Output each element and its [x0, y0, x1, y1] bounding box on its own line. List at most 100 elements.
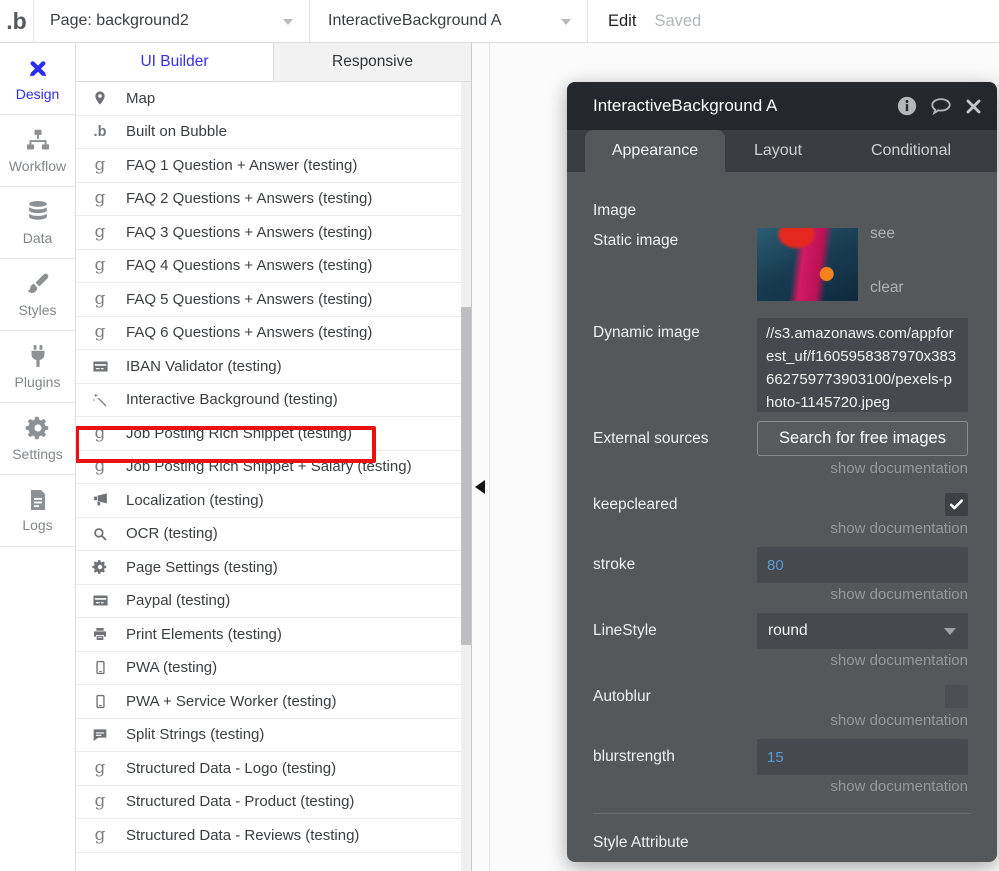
tab-conditional[interactable]: Conditional	[831, 130, 991, 172]
autoblur-checkbox[interactable]	[945, 685, 968, 708]
list-item-label: FAQ 6 Questions + Answers (testing)	[126, 324, 372, 341]
list-item-label: FAQ 2 Questions + Answers (testing)	[126, 190, 372, 207]
google-g-icon: g	[88, 425, 112, 442]
list-item[interactable]: Split Strings (testing)	[76, 719, 471, 753]
list-item[interactable]: Paypal (testing)	[76, 585, 471, 619]
stroke-input[interactable]	[757, 547, 968, 583]
plug-icon	[25, 343, 51, 369]
elements-panel: UI Builder Responsive Map .b Built on Bu…	[76, 43, 472, 871]
list-scrollbar-thumb[interactable]	[461, 307, 471, 645]
list-item-label: OCR (testing)	[126, 525, 218, 542]
list-item[interactable]: g Job Posting Rich Snippet + Salary (tes…	[76, 451, 471, 485]
bubble-logo[interactable]: .b	[0, 0, 34, 42]
list-item[interactable]: g FAQ 2 Questions + Answers (testing)	[76, 183, 471, 217]
sidebar-item-label: Logs	[22, 517, 52, 533]
show-documentation-link[interactable]: show documentation	[830, 652, 968, 669]
list-item[interactable]: g Job Posting Rich Snippet (testing)	[76, 417, 471, 451]
autoblur-label: Autoblur	[593, 688, 651, 706]
list-item[interactable]: OCR (testing)	[76, 518, 471, 552]
show-documentation-link[interactable]: show documentation	[830, 460, 968, 477]
list-item-label: Localization (testing)	[126, 492, 264, 509]
list-item[interactable]: PWA (testing)	[76, 652, 471, 686]
sidebar: Design Workflow Data Styles Plugins Sett…	[0, 43, 76, 871]
list-item-label: Interactive Background (testing)	[126, 391, 338, 408]
list-item[interactable]: g Structured Data - Reviews (testing)	[76, 819, 471, 853]
tab-ui-builder[interactable]: UI Builder	[76, 43, 274, 82]
google-g-icon: g	[88, 793, 112, 810]
linestyle-select[interactable]: round	[757, 613, 968, 649]
canvas-edge-line	[489, 43, 490, 871]
property-editor-tabs: Appearance Layout Conditional	[567, 130, 997, 172]
sidebar-item-styles[interactable]: Styles	[0, 259, 75, 331]
list-item-label: PWA + Service Worker (testing)	[126, 693, 336, 710]
tab-layout[interactable]: Layout	[725, 130, 831, 172]
sidebar-item-plugins[interactable]: Plugins	[0, 331, 75, 403]
show-documentation-link[interactable]: show documentation	[830, 712, 968, 729]
info-icon[interactable]	[896, 95, 918, 117]
list-item[interactable]: g FAQ 3 Questions + Answers (testing)	[76, 216, 471, 250]
show-documentation-link[interactable]: show documentation	[830, 778, 968, 795]
list-item[interactable]: g Structured Data - Logo (testing)	[76, 752, 471, 786]
sidebar-item-workflow[interactable]: Workflow	[0, 115, 75, 187]
bubble-editor: .b Page: background2 InteractiveBackgrou…	[0, 0, 999, 871]
list-item-label: FAQ 4 Questions + Answers (testing)	[126, 257, 372, 274]
list-item[interactable]: g FAQ 5 Questions + Answers (testing)	[76, 283, 471, 317]
document-icon	[26, 488, 50, 512]
list-item[interactable]: g FAQ 6 Questions + Answers (testing)	[76, 317, 471, 351]
property-editor: InteractiveBackground A Appearance Layou…	[567, 82, 997, 862]
gear-icon	[25, 415, 51, 441]
edit-menu[interactable]: Edit	[608, 0, 636, 42]
static-image-thumbnail[interactable]	[757, 228, 858, 301]
collapse-panel-arrow-icon[interactable]	[475, 480, 485, 494]
sidebar-item-logs[interactable]: Logs	[0, 475, 75, 547]
search-free-images-button[interactable]: Search for free images	[757, 421, 968, 456]
printer-icon	[88, 626, 112, 642]
list-item[interactable]: g Structured Data - Product (testing)	[76, 786, 471, 820]
sidebar-item-design[interactable]: Design	[0, 43, 75, 115]
list-item[interactable]: g FAQ 1 Question + Answer (testing)	[76, 149, 471, 183]
list-item[interactable]: .b Built on Bubble	[76, 116, 471, 150]
list-item[interactable]: Map	[76, 82, 471, 116]
blurstrength-input[interactable]	[757, 739, 968, 775]
tab-responsive[interactable]: Responsive	[274, 43, 471, 82]
speech-bubble-icon	[88, 727, 112, 743]
list-item-label: Structured Data - Logo (testing)	[126, 760, 336, 777]
show-documentation-link[interactable]: show documentation	[830, 520, 968, 537]
google-g-icon: g	[88, 324, 112, 341]
phone-icon	[88, 694, 112, 709]
list-item-label: Print Elements (testing)	[126, 626, 282, 643]
see-link[interactable]: see	[870, 225, 895, 243]
dynamic-image-input[interactable]: //s3.amazonaws.com/appforest_uf/f1605958…	[757, 318, 968, 412]
keepcleared-checkbox[interactable]	[945, 493, 968, 516]
list-item[interactable]: IBAN Validator (testing)	[76, 350, 471, 384]
list-item[interactable]: Page Settings (testing)	[76, 551, 471, 585]
list-item[interactable]: Print Elements (testing)	[76, 618, 471, 652]
element-selector-dropdown[interactable]: InteractiveBackground A	[310, 0, 588, 42]
comment-icon[interactable]	[929, 95, 953, 117]
list-item-label: Structured Data - Product (testing)	[126, 793, 354, 810]
megaphone-icon	[88, 492, 112, 509]
google-g-icon: g	[88, 291, 112, 308]
show-documentation-link[interactable]: show documentation	[830, 586, 968, 603]
sidebar-item-data[interactable]: Data	[0, 187, 75, 259]
tab-appearance[interactable]: Appearance	[585, 130, 725, 172]
blurstrength-label: blurstrength	[593, 748, 675, 766]
clear-link[interactable]: clear	[870, 279, 904, 297]
stroke-label: stroke	[593, 556, 635, 574]
section-divider	[593, 813, 971, 814]
style-attribute-heading: Style Attribute	[593, 834, 689, 852]
list-item[interactable]: PWA + Service Worker (testing)	[76, 685, 471, 719]
list-scrollbar-track[interactable]	[461, 82, 471, 871]
close-icon[interactable]	[964, 97, 983, 116]
google-g-icon: g	[88, 458, 112, 475]
chevron-down-icon	[283, 19, 293, 25]
magic-wand-icon	[88, 392, 112, 408]
list-item[interactable]: Localization (testing)	[76, 484, 471, 518]
page-selector-label: Page: background2	[50, 12, 189, 30]
property-editor-title: InteractiveBackground A	[593, 96, 885, 116]
list-item[interactable]: Interactive Background (testing)	[76, 384, 471, 418]
list-item[interactable]: g FAQ 4 Questions + Answers (testing)	[76, 250, 471, 284]
page-selector-dropdown[interactable]: Page: background2	[34, 0, 310, 42]
linestyle-label: LineStyle	[593, 622, 657, 640]
sidebar-item-settings[interactable]: Settings	[0, 403, 75, 475]
